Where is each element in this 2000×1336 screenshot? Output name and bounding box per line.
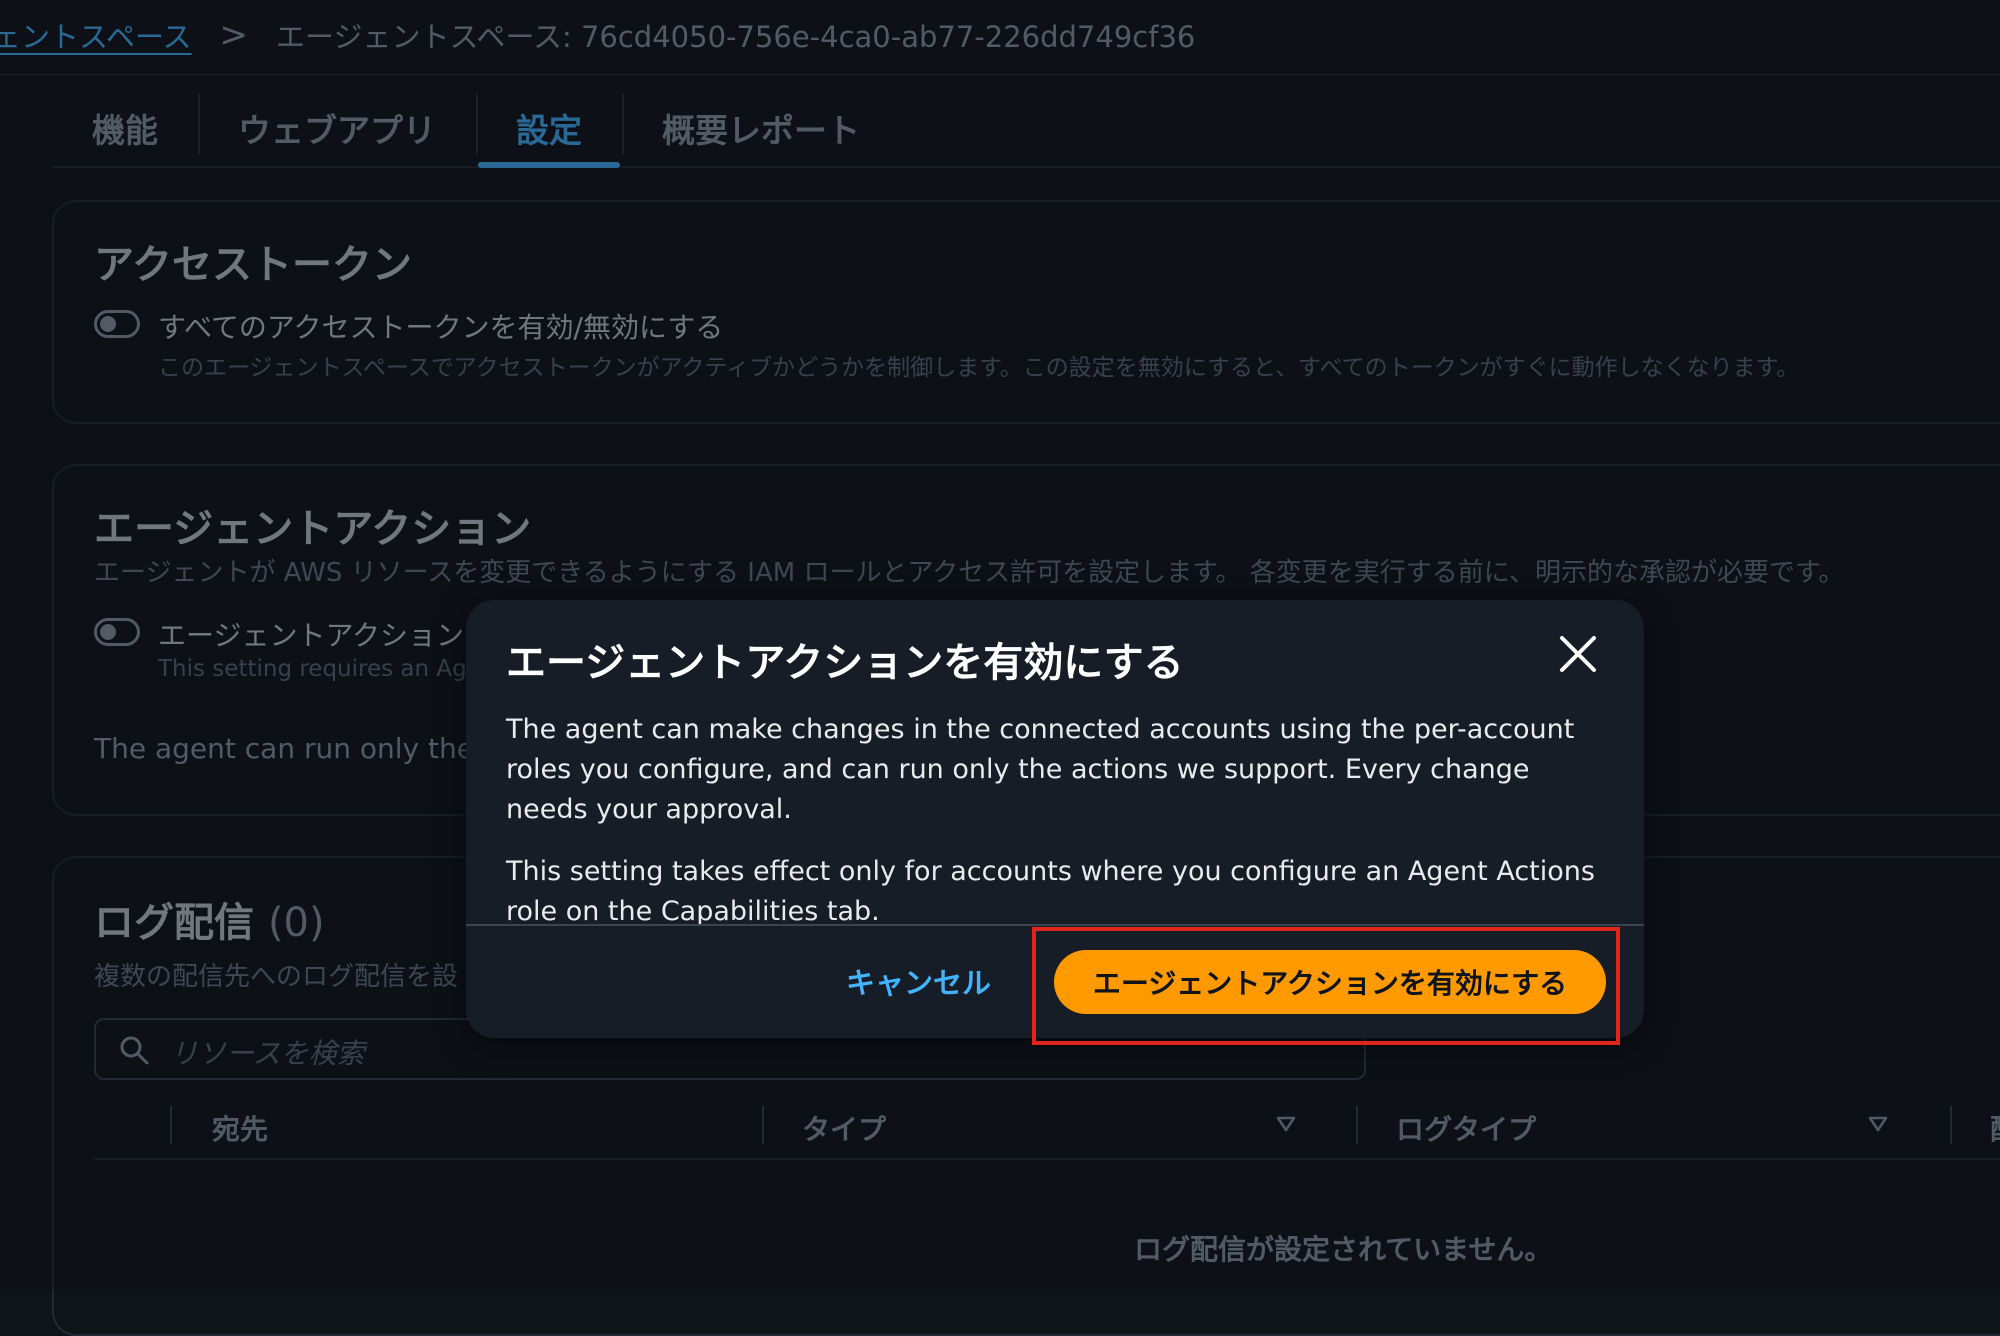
close-icon[interactable] xyxy=(1556,632,1600,676)
cancel-button[interactable]: キャンセル xyxy=(846,956,991,1006)
dialog-footer-divider xyxy=(466,924,1644,926)
dialog-title: エージェントアクションを有効にする xyxy=(506,640,1184,686)
dialog-paragraph-2: This setting takes effect only for accou… xyxy=(506,856,1595,927)
dialog-body: The agent can make changes in the connec… xyxy=(506,710,1606,954)
dialog-paragraph-1: The agent can make changes in the connec… xyxy=(506,714,1575,825)
highlight-annotation xyxy=(1032,927,1620,1045)
